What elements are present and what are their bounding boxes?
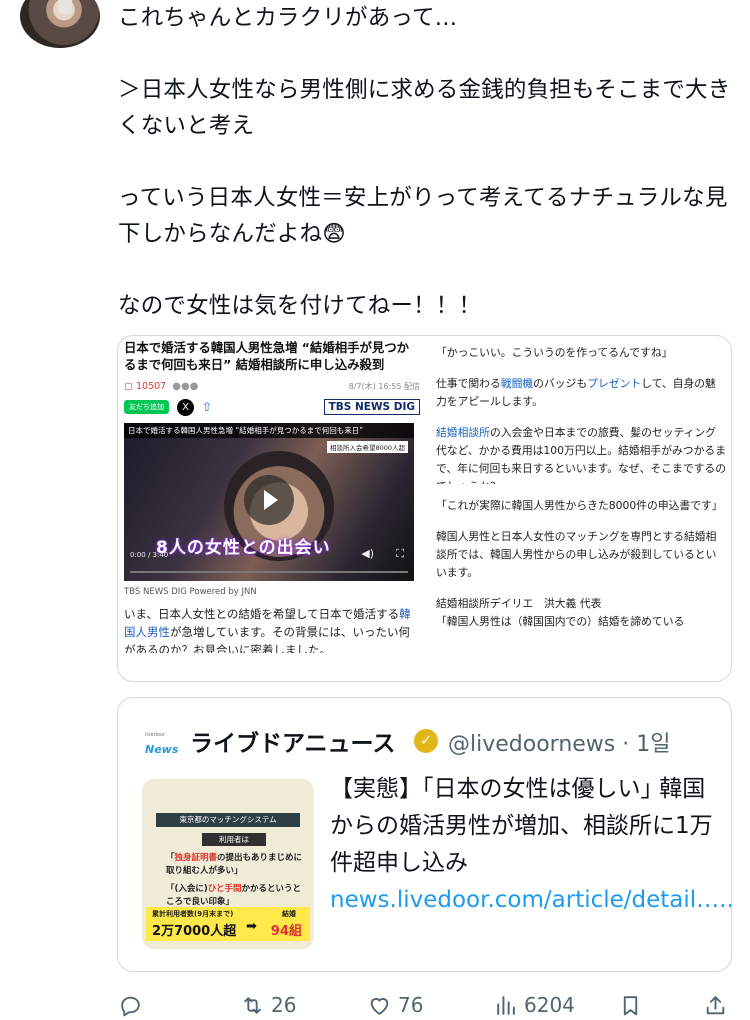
tbs-news-dig-logo: TBS NEWS DIG <box>323 399 420 415</box>
quote-body: 【実態】｢日本の女性は優しい｣ 韓国からの婚活男性が増加、相談所に1万件超申し込… <box>330 776 713 876</box>
thumb-text: 「(入会に) <box>166 884 208 894</box>
x-logo-icon: X <box>177 398 194 416</box>
video-caption: 8人の女性との出会い <box>156 538 331 558</box>
video-time: 0:00 / 3:40 <box>130 551 169 559</box>
avatar[interactable] <box>20 0 100 48</box>
thumb-text-red: ひと手間 <box>207 884 242 894</box>
share-row: 友だち追加 X ⇧ TBS NEWS DIG <box>124 397 420 417</box>
article-body: いま、日本人女性との結婚を希望して日本で婚活する韓国人男性が急増しています。その… <box>124 605 420 653</box>
article-paragraph: 「これが実際に韓国人男性からきた8000件の申込書です」 <box>436 499 723 512</box>
article-paragraph: 「かっこいい。こういうのを作ってるんですね」 <box>436 346 673 359</box>
video-credit: TBS NEWS DIG Powered by JNN <box>124 587 257 597</box>
tweet-line <box>118 252 738 288</box>
share-icon <box>706 995 725 1014</box>
quote-link[interactable]: news.livedoor.com/article/detail….. <box>330 882 734 919</box>
like-button[interactable]: 76 <box>367 985 423 1020</box>
video-player: 日本で婚活する韓国人男性急増 “結婚相手が見つかるまで何回も来日” 相談所入会希… <box>124 423 414 581</box>
video-progress <box>130 571 408 573</box>
article-right-column: 「かっこいい。こういうのを作ってるんですね」 仕事で関わる戦闘機のバッジもプレゼ… <box>436 344 726 644</box>
stat-value: 94組 <box>270 924 302 939</box>
thumb-text: 「 <box>166 853 175 863</box>
verified-badge-icon: ✓ <box>414 729 438 753</box>
stat-value: 2万7000人超 <box>152 924 237 939</box>
article-paragraph: 結婚相談所の入会金や日本までの旅費、髪のセッティング代など、かかる費用は100万… <box>436 424 726 484</box>
quote-thumbnail[interactable]: 東京都のマッチングシステム 利用者は 「独身証明書の提出もありまじめに取り組む人… <box>142 779 314 949</box>
line-add-friend-button: 友だち追加 <box>124 400 169 414</box>
article-left-column: 日本で婚活する韓国人男性急増 “結婚相手が見つかるまで何回も来日” 結婚相談所に… <box>124 340 420 653</box>
comment-icon: ▢ <box>124 380 133 392</box>
tweet-line: っていう日本人女性＝安上がりって考えてるナチュラルな見下しからなんだよね😨 <box>118 185 728 247</box>
play-icon <box>244 475 294 525</box>
tweet-text: これちゃんとカラクリがあって… ＞日本人女性なら男性側に求める金銭的負担もそこま… <box>118 0 738 324</box>
article-text: 仕事で関わる <box>436 377 501 390</box>
tweet-line: ＞日本人女性なら男性側に求める金銭的負担もそこまで大きくないと考え <box>118 77 731 139</box>
article-paragraph: 韓国人男性と日本人女性のマッチングを専門とする結婚相談所では、韓国人男性からの申… <box>436 530 717 579</box>
thumbnail-stat: 累計利用者数(9月末まで) 結婚 2万7000人超 ➡ 94組 <box>146 907 310 941</box>
quote-author-handle: @livedoornews · 1일 <box>448 732 671 757</box>
reply-button[interactable] <box>118 985 143 1020</box>
quote-text: 【実態】｢日本の女性は優しい｣ 韓国からの婚活男性が増加、相談所に1万件超申し込… <box>330 771 734 919</box>
article-paragraph: 「韓国人男性は（韓国国内での）結婚を諦めている <box>436 615 685 628</box>
stat-label: 累計利用者数(9月末まで) <box>152 910 234 918</box>
article-paragraph: 結婚相談所デイリエ 洪大義 代表 <box>436 597 602 610</box>
stat-label: 結婚 <box>282 910 296 918</box>
article-meta: ▢ 10507 ●●● 8/7(木) 16:55 配信 <box>124 379 420 393</box>
tweet-line: これちゃんとカラクリがあって… <box>118 5 458 31</box>
thumb-text-red: 独身証明書 <box>174 853 218 863</box>
thumbnail-line: 「(入会に)ひと手間かかるというところで良い印象」 <box>166 883 306 909</box>
thumbnail-users-label: 利用者は <box>202 833 266 846</box>
bookmark-icon <box>623 995 638 1015</box>
quote-author-name[interactable]: ライブドアニュース <box>190 724 395 758</box>
like-count: 76 <box>398 993 424 1017</box>
attached-image[interactable]: 日本で婚活する韓国人男性急増 “結婚相手が見つかるまで何回も来日” 結婚相談所に… <box>117 335 732 682</box>
views-button[interactable]: 6204 <box>493 985 575 1020</box>
retweet-icon <box>244 996 261 1014</box>
article-link: 戦闘機 <box>500 377 534 390</box>
share-button[interactable] <box>703 985 728 1020</box>
reply-icon <box>121 996 140 1016</box>
quote-tweet[interactable]: livedoor News ライブドアニュース ✓ @livedoornews … <box>117 697 734 972</box>
reaction-icons: ●●● <box>172 380 199 392</box>
tweet-line <box>118 36 738 72</box>
thumbnail-line: 「独身証明書の提出もありまじめに取り組む人が多い」 <box>166 852 306 878</box>
article-link: プレゼント <box>587 377 642 390</box>
article-text: のバッジも <box>533 377 588 390</box>
fullscreen-icon: ⛶ <box>396 547 404 560</box>
bookmark-button[interactable] <box>618 985 643 1020</box>
video-subtitle-box: 相談所入会希望8000人超 <box>326 441 408 453</box>
tweet-line <box>118 144 738 180</box>
arrow-right-icon: ➡ <box>246 919 257 934</box>
article-link: 結婚相談所 <box>436 426 490 439</box>
share-up-icon: ⇧ <box>202 400 213 414</box>
article-date: 8/7(木) 16:55 配信 <box>348 381 420 391</box>
retweet-count: 26 <box>271 993 297 1017</box>
video-headline-bar: 日本で婚活する韓国人男性急増 “結婚相手が見つかるまで何回も来日” <box>124 423 414 438</box>
livedoor-news-logo[interactable]: livedoor News <box>145 732 179 757</box>
comment-count: 10507 <box>135 380 167 392</box>
thumbnail-header: 東京都のマッチングシステム <box>156 813 300 827</box>
retweet-button[interactable]: 26 <box>240 985 296 1020</box>
views-icon <box>497 995 515 1015</box>
article-title: 日本で婚活する韓国人男性急増 “結婚相手が見つかるまで何回も来日” 結婚相談所に… <box>124 340 410 372</box>
volume-icon: ◀) <box>361 547 374 560</box>
views-count: 6204 <box>524 993 575 1017</box>
logo-small-text: livedoor <box>145 732 166 738</box>
action-bar: 26 76 6204 <box>0 985 750 1020</box>
logo-news-text: News <box>145 743 179 756</box>
heart-icon <box>370 997 389 1015</box>
tweet-line: なので女性は気を付けてねー！！！ <box>118 293 482 319</box>
article-body-text: いま、日本人女性との結婚を希望して日本で婚活する <box>124 607 400 621</box>
article-paragraph: 仕事で関わる戦闘機のバッジもプレゼントして、自身の魅力をアピールします。 <box>436 375 726 411</box>
